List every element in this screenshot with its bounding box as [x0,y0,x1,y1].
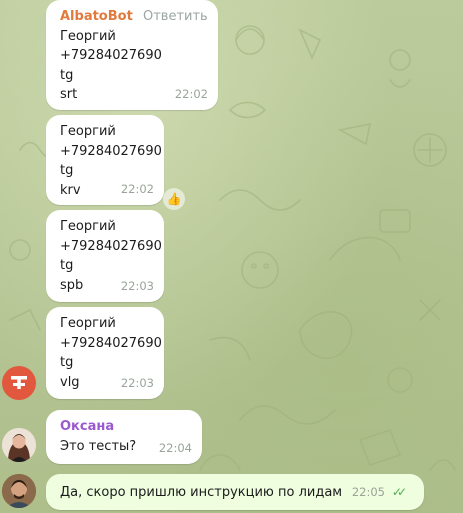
message-bubble[interactable]: Георгий +79284027690 tg vlg 22:03 [46,307,164,399]
message-time: 22:04 [158,440,192,455]
message-line: tg [60,67,74,83]
message-bubble[interactable]: Оксана Это тесты? 22:04 [46,410,202,464]
message-line: Георгий [60,124,116,139]
message-bubble[interactable]: Георгий +79284027690 tg spb 22:03 [46,210,164,302]
message-line: tg [60,355,74,370]
message-time: 22:02 [120,181,154,196]
double-check-icon: ✓✓ [391,484,407,499]
message-line: +79284027690 [60,238,162,254]
message-bubble[interactable]: Да, скоро пришлю инструкцию по лидам 22:… [46,474,424,510]
bot-avatar[interactable] [2,366,36,400]
message-line: Георгий [60,316,116,331]
message-bubble[interactable]: Георгий +79284027690 tg krv 22:02 [46,115,164,205]
message-time: 22:03 [120,375,154,390]
message-line: +79284027690 [60,335,162,351]
message-line: tg [60,258,74,273]
message-line: +79284027690 [60,48,162,63]
avatar-photo [2,474,36,508]
own-avatar[interactable] [2,474,36,508]
message-time: 22:03 [120,278,154,293]
message-line: Георгий [60,219,116,234]
reply-button[interactable]: Ответить [143,7,208,27]
user-avatar[interactable] [2,428,36,462]
message-line: tg [60,163,74,178]
bot-logo-icon [11,376,27,389]
message-time: 22:05 [351,484,385,499]
message-time: 22:02 [174,86,208,101]
message-line: +79284027690 [60,143,162,159]
message-line: Георгий [60,28,116,44]
avatar-photo [2,428,36,462]
message-bubble[interactable]: AlbatoBot Георгий +79284027690 tg srt От… [46,0,218,110]
thumbs-up-icon[interactable]: 👍 [163,188,185,210]
sender-name[interactable]: Оксана [60,417,188,437]
